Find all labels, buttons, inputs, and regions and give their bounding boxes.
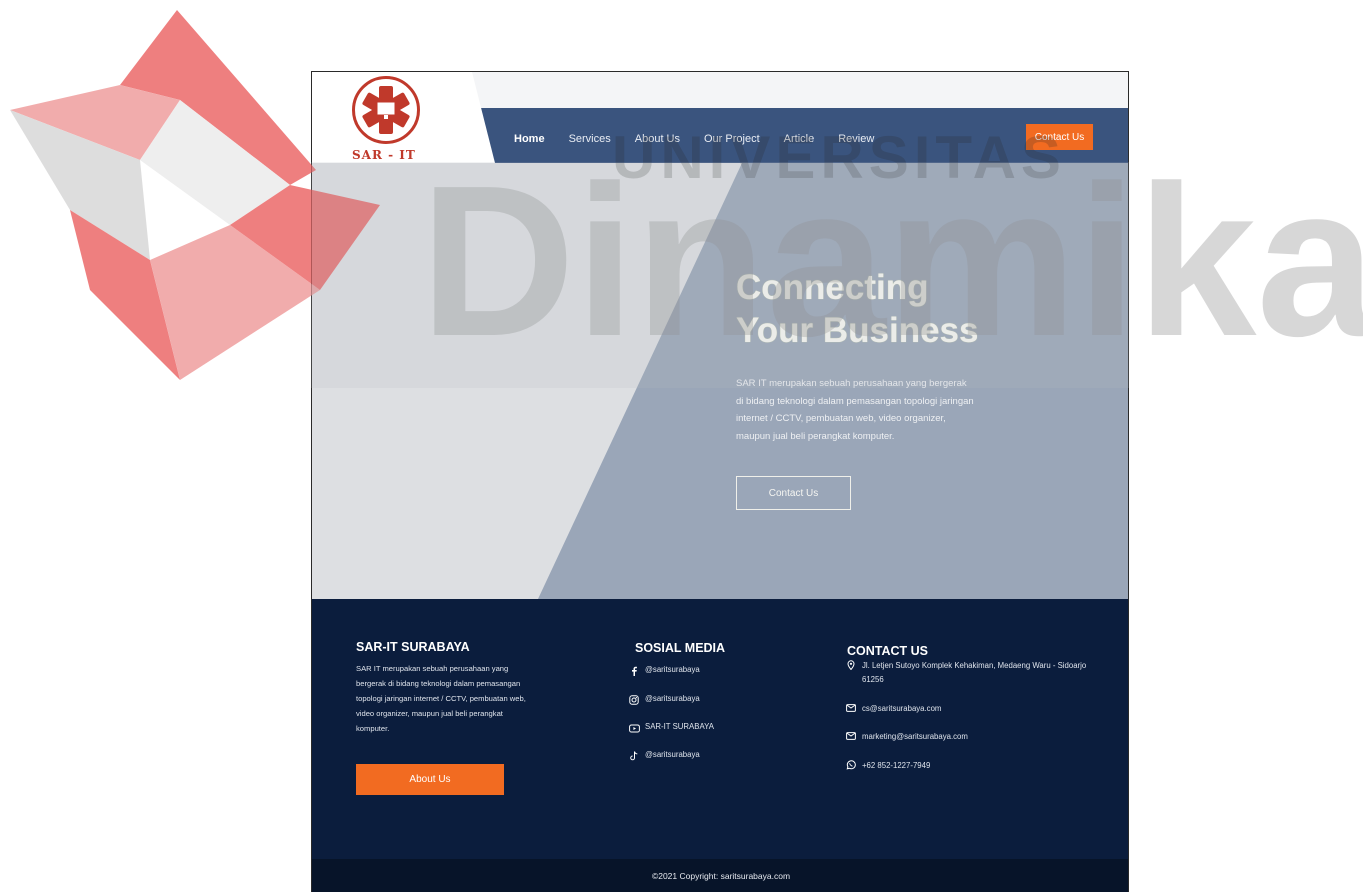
contact-address-text: Jl. Letjen Sutoyo Komplek Kehakiman, Med… [862, 661, 1087, 684]
social-youtube-label: SAR-IT SURABAYA [645, 722, 714, 731]
site-logo[interactable]: SAR - IT [352, 76, 428, 164]
hero-title-line-1: Connecting [736, 268, 929, 307]
footer-about-column: SAR-IT SURABAYA [356, 640, 470, 654]
nav-contact-us-button[interactable]: Contact Us [1026, 124, 1093, 150]
social-instagram-link[interactable]: @saritsurabaya [628, 694, 700, 706]
facebook-icon [628, 665, 640, 677]
hero-title: Connecting Your Business [736, 266, 1036, 352]
logo-emblem-icon [352, 76, 420, 144]
social-facebook-label: @saritsurabaya [645, 665, 700, 674]
instagram-icon [628, 694, 640, 706]
contact-email-cs[interactable]: cs@saritsurabaya.com [845, 702, 1092, 716]
nav-item-review[interactable]: Review [838, 133, 874, 149]
mail-icon [845, 702, 857, 714]
contact-whatsapp[interactable]: +62 852-1227-7949 [845, 759, 1092, 773]
nav-item-services[interactable]: Services [569, 133, 611, 149]
contact-email-marketing-text: marketing@saritsurabaya.com [862, 732, 968, 741]
contact-email-marketing[interactable]: marketing@saritsurabaya.com [845, 730, 1092, 744]
footer-about-heading: SAR-IT SURABAYA [356, 640, 470, 654]
logo-wordmark: SAR - IT [352, 148, 416, 162]
nav-item-our-project[interactable]: Our Project [704, 133, 760, 149]
social-instagram-label: @saritsurabaya [645, 694, 700, 703]
footer-contact-heading: CONTACT US [847, 644, 929, 658]
footer-contact-column: CONTACT US [847, 644, 928, 658]
social-tiktok-label: @saritsurabaya [645, 750, 700, 759]
tiktok-icon [628, 750, 640, 762]
hero-section: Connecting Your Business SAR IT merupaka… [312, 163, 1128, 599]
copyright-bar: ©2021 Copyright: saritsurabaya.com [312, 859, 1128, 892]
contact-whatsapp-text: +62 852-1227-7949 [862, 761, 931, 770]
footer-about-us-button[interactable]: About Us [356, 764, 504, 795]
location-pin-icon [845, 659, 857, 671]
contact-email-cs-text: cs@saritsurabaya.com [862, 704, 942, 713]
hero-title-line-2: Your Business [736, 311, 979, 350]
hero-background-shape [538, 163, 1128, 599]
nav-item-home[interactable]: Home [514, 133, 545, 149]
mail-icon [845, 730, 857, 742]
whatsapp-icon [845, 759, 857, 771]
contact-address: Jl. Letjen Sutoyo Komplek Kehakiman, Med… [845, 659, 1092, 687]
footer: SAR-IT SURABAYA SAR IT merupakan sebuah … [312, 599, 1128, 859]
social-youtube-link[interactable]: SAR-IT SURABAYA [628, 722, 714, 734]
social-facebook-link[interactable]: @saritsurabaya [628, 665, 700, 677]
copyright-text: ©2021 Copyright: saritsurabaya.com [651, 871, 791, 881]
nav-item-article[interactable]: Article [784, 133, 815, 149]
youtube-icon [628, 722, 640, 734]
hero-description: SAR IT merupakan sebuah perusahaan yang … [736, 378, 974, 442]
main-nav: Home Services About Us Our Project Artic… [514, 133, 898, 149]
hero-contact-us-button[interactable]: Contact Us [736, 476, 851, 510]
nav-item-about-us[interactable]: About Us [635, 133, 680, 149]
footer-social-column: SOSIAL MEDIA [635, 641, 725, 655]
website-page: SAR - IT Home Services About Us Our Proj… [311, 71, 1129, 892]
footer-social-heading: SOSIAL MEDIA [635, 641, 726, 655]
social-tiktok-link[interactable]: @saritsurabaya [628, 750, 700, 762]
footer-about-text: SAR IT merupakan sebuah perusahaan yang … [356, 664, 526, 733]
